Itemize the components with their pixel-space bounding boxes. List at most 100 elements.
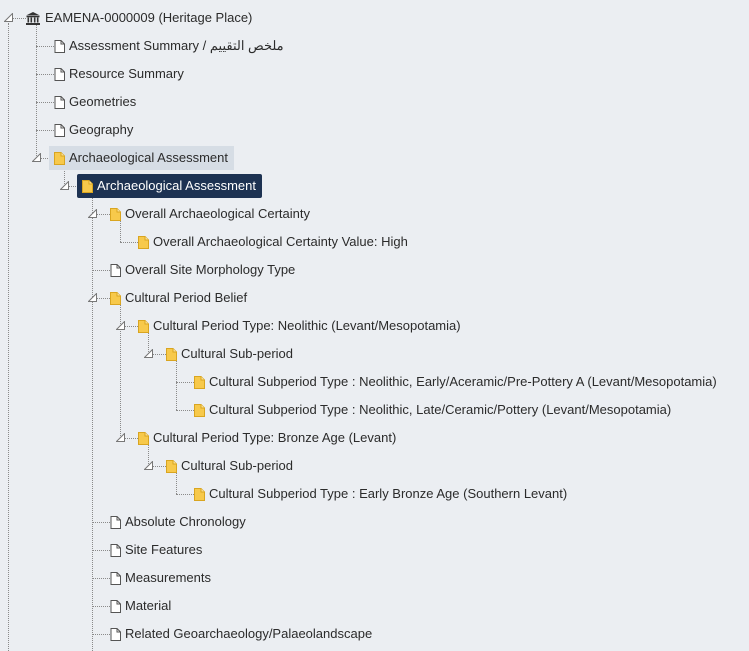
tree-node: Measurements [0,564,749,592]
tree-root[interactable]: EAMENA-0000009 (Heritage Place) [21,6,258,30]
tree-item-label: Cultural Period Belief [125,290,248,305]
tree-node: Site Features [0,536,749,564]
collapse-toggle-icon[interactable] [116,433,125,442]
tree-item-label: Cultural Sub-period [181,458,294,473]
tree-node: Material [0,592,749,620]
tree-node: Archaeological Assessment [0,144,749,172]
tree-item-label: Archaeological Assessment [97,178,256,193]
tree-node: EAMENA-0000009 (Heritage Place) [0,4,749,32]
tree-item-absolute-chronology[interactable]: Absolute Chronology [105,510,252,534]
tree-item-site-features[interactable]: Site Features [105,538,208,562]
tree-item-assessment-summary[interactable]: Assessment Summary / ملخص التقييم [49,34,290,58]
tree-item-subperiod-early-bronze-age[interactable]: Cultural Subperiod Type : Early Bronze A… [189,482,573,506]
collapse-toggle-icon[interactable] [116,321,125,330]
tree-item-subperiod-neolithic-late[interactable]: Cultural Subperiod Type : Neolithic, Lat… [189,398,677,422]
tree-item-overall-site-morphology-type[interactable]: Overall Site Morphology Type [105,258,301,282]
tree-item-label: Cultural Period Type: Bronze Age (Levant… [153,430,397,445]
tree-node: Overall Site Morphology Type [0,256,749,284]
tree-item-label: Resource Summary [69,66,184,81]
file-icon [54,95,65,109]
folder-file-icon [110,291,121,305]
tree-item-cultural-sub-period-2[interactable]: Cultural Sub-period [161,454,299,478]
tree-item-overall-archaeological-certainty[interactable]: Overall Archaeological Certainty [105,202,316,226]
folder-file-icon [138,319,149,333]
collapse-toggle-icon[interactable] [144,349,153,358]
file-icon [54,67,65,81]
folder-file-icon [138,235,149,249]
folder-file-icon [166,347,177,361]
tree-node: Cultural Period Belief [0,284,749,312]
tree-item-archaeological-assessment-card[interactable]: Archaeological Assessment [77,174,262,198]
tree-item-label: Overall Site Morphology Type [125,262,296,277]
tree-item-cultural-period-bronze-age[interactable]: Cultural Period Type: Bronze Age (Levant… [133,426,402,450]
tree-item-label: Overall Archaeological Certainty Value: … [153,234,408,249]
folder-file-icon [82,179,93,193]
folder-file-icon [54,151,65,165]
collapse-toggle-icon[interactable] [32,153,41,162]
folder-file-icon [110,207,121,221]
tree-node: Cultural Sub-period [0,340,749,368]
tree-item-label: Cultural Sub-period [181,346,294,361]
tree-item-label: Material [125,598,172,613]
tree-item-label: Archaeological Assessment [69,150,228,165]
tree-node: Geometries [0,88,749,116]
tree-item-label: Geometries [69,94,137,109]
folder-file-icon [194,403,205,417]
file-icon [54,39,65,53]
file-icon [110,515,121,529]
tree-item-resource-summary[interactable]: Resource Summary [49,62,190,86]
tree-item-cultural-sub-period-1[interactable]: Cultural Sub-period [161,342,299,366]
tree-item-label: Absolute Chronology [125,514,246,529]
tree-node: Geography [0,116,749,144]
tree-item-cultural-period-belief[interactable]: Cultural Period Belief [105,286,253,310]
tree-item-label: Geography [69,122,134,137]
collapse-toggle-icon[interactable] [88,293,97,302]
file-icon [110,263,121,277]
tree-node: Resource Summary [0,60,749,88]
tree-item-subperiod-neolithic-early[interactable]: Cultural Subperiod Type : Neolithic, Ear… [189,370,723,394]
tree-node: Cultural Subperiod Type : Early Bronze A… [0,480,749,508]
tree-node: Related Geoarchaeology/Palaeolandscape [0,620,749,648]
tree-item-material[interactable]: Material [105,594,177,618]
tree-node: Absolute Chronology [0,508,749,536]
resource-tree: EAMENA-0000009 (Heritage Place) Assessmen… [0,0,749,651]
tree-item-geography[interactable]: Geography [49,118,139,142]
folder-file-icon [194,375,205,389]
collapse-toggle-icon[interactable] [60,181,69,190]
tree-node: Cultural Period Type: Neolithic (Levant/… [0,312,749,340]
collapse-toggle-icon[interactable] [144,461,153,470]
tree-item-overall-archaeological-certainty-value[interactable]: Overall Archaeological Certainty Value: … [133,230,414,254]
tree-node: Cultural Sub-period [0,452,749,480]
tree-item-label: Cultural Subperiod Type : Early Bronze A… [209,486,568,501]
file-icon [110,571,121,585]
tree-item-label: Assessment Summary / ملخص التقييم [69,38,284,53]
tree-item-label: Site Features [125,542,203,557]
file-icon [54,123,65,137]
tree-item-label: Cultural Subperiod Type : Neolithic, Lat… [209,402,672,417]
tree-item-archaeological-assessment[interactable]: Archaeological Assessment [49,146,234,170]
tree-item-cultural-period-neolithic[interactable]: Cultural Period Type: Neolithic (Levant/… [133,314,467,338]
institution-icon [26,11,40,25]
tree-node: Cultural Subperiod Type : Neolithic, Ear… [0,368,749,396]
file-icon [110,599,121,613]
tree-node: Assessment Summary / ملخص التقييم [0,32,749,60]
folder-file-icon [194,487,205,501]
folder-file-icon [138,431,149,445]
tree-item-label: Related Geoarchaeology/Palaeolandscape [125,626,373,641]
tree-item-label: Measurements [125,570,211,585]
tree-item-label: Cultural Period Type: Neolithic (Levant/… [153,318,461,333]
tree-item-measurements[interactable]: Measurements [105,566,217,590]
file-icon [110,543,121,557]
tree-node: Archaeological Assessment [0,172,749,200]
tree-item-related-geoarchaeology[interactable]: Related Geoarchaeology/Palaeolandscape [105,622,378,646]
tree-item-label: EAMENA-0000009 (Heritage Place) [45,10,253,25]
collapse-toggle-icon[interactable] [88,209,97,218]
collapse-toggle-icon[interactable] [4,13,13,22]
tree-item-geometries[interactable]: Geometries [49,90,142,114]
folder-file-icon [166,459,177,473]
tree-node: Cultural Period Type: Bronze Age (Levant… [0,424,749,452]
tree-item-label: Cultural Subperiod Type : Neolithic, Ear… [209,374,717,389]
tree-item-label: Overall Archaeological Certainty [125,206,310,221]
tree-node: Overall Archaeological Certainty [0,200,749,228]
file-icon [110,627,121,641]
